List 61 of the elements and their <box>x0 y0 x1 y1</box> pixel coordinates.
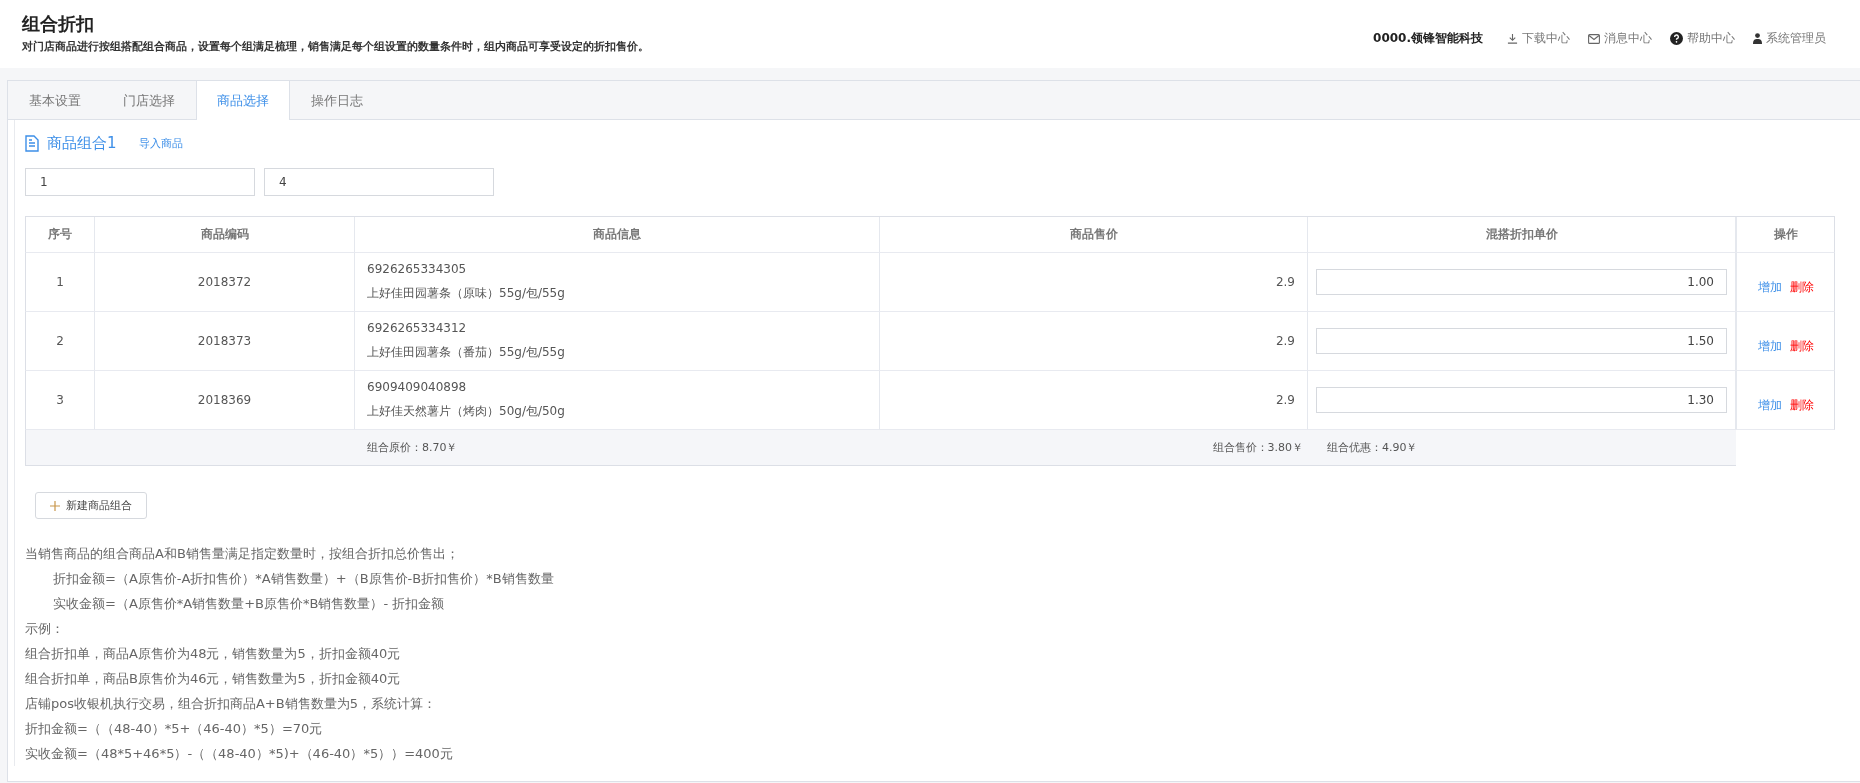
new-group-button[interactable]: 新建商品组合 <box>35 492 147 519</box>
delete-link[interactable]: 删除 <box>1789 396 1814 414</box>
note-text: 组合折扣单，商品A原售价为48元，销售数量为5，折扣金额40元 <box>25 645 402 663</box>
column-header: 混搭折扣单价 <box>1308 217 1736 253</box>
table-cell: 2 <box>25 312 95 371</box>
price-input[interactable]: 1.30 <box>1316 387 1727 413</box>
column-header: 序号 <box>25 217 95 253</box>
product-name: 上好佳天然薯片（烤肉）50g/包/50g <box>367 403 565 420</box>
download-icon <box>1507 33 1518 44</box>
note-text: 折扣金额=（（48-40）*5+（46-40）*5）=70元 <box>25 720 324 738</box>
page-title: 组合折扣 <box>22 12 95 36</box>
header-link[interactable]: 消息中心 <box>1588 30 1652 47</box>
note-text: 实收金额=（48*5+46*5）-（（48-40）*5)+（46-40）*5））=400元 <box>25 745 454 763</box>
page-description: 对门店商品进行按组搭配组合商品，设置每个组满足梳理，销售满足每个组设置的数量条件时，组内商品可享受设定的折扣售价。 <box>22 39 649 54</box>
group-title: 商品组合1 <box>47 133 117 153</box>
add-link[interactable]: 增加 <box>1757 278 1782 296</box>
total-text: 组合优惠：4.90￥ <box>1327 441 1418 454</box>
header-link[interactable]: 下载中心 <box>1507 30 1570 47</box>
tab[interactable]: 门店选择 <box>102 81 196 120</box>
barcode-text: 6926265334305 <box>367 262 467 276</box>
note-text: 店铺pos收银机执行交易，组合折扣商品A+B销售数量为5，系统计算： <box>25 695 437 713</box>
price-input[interactable]: 1.00 <box>1316 269 1727 295</box>
envelope-icon <box>1588 33 1600 44</box>
table-cell: 2018372 <box>95 253 355 312</box>
note-text: 折扣金额=（A原售价-A折扣售价）*A销售数量）+（B原售价-B折扣售价）*B销售数量 <box>52 570 555 588</box>
table-cell: 2.9 <box>880 312 1308 371</box>
column-header: 商品编码 <box>95 217 355 253</box>
import-link[interactable]: 导入商品 <box>138 135 183 151</box>
column-header: 商品售价 <box>880 217 1308 253</box>
company-name: 0000.领锋智能科技 <box>1373 30 1483 47</box>
barcode-text: 6926265334312 <box>367 321 467 335</box>
input-field[interactable]: 1 <box>25 168 255 196</box>
delete-link[interactable]: 删除 <box>1789 278 1814 296</box>
document-icon <box>25 134 39 152</box>
tab[interactable]: 基本设置 <box>8 81 102 120</box>
total-text: 组合售价：3.80￥ <box>1212 441 1303 454</box>
add-link[interactable]: 增加 <box>1757 337 1782 355</box>
plus-icon <box>50 500 60 511</box>
header-link[interactable]: 帮助中心 <box>1670 30 1735 47</box>
total-text: 组合原价：8.70￥ <box>367 441 458 454</box>
barcode-text: 6909409040898 <box>367 380 467 394</box>
user-icon <box>1753 33 1762 44</box>
price-input[interactable]: 1.50 <box>1316 328 1727 354</box>
product-name: 上好佳田园薯条（原味）55g/包/55g <box>367 285 565 302</box>
tab[interactable]: 操作日志 <box>290 81 384 120</box>
product-name: 上好佳田园薯条（番茄）55g/包/55g <box>367 344 565 361</box>
column-header: 商品信息 <box>355 217 880 253</box>
delete-link[interactable]: 删除 <box>1789 337 1814 355</box>
note-text: 示例： <box>25 620 65 638</box>
note-text: 组合折扣单，商品B原售价为46元，销售数量为5，折扣金额40元 <box>25 670 402 688</box>
column-header: 操作 <box>1736 217 1835 253</box>
input-field[interactable]: 4 <box>264 168 494 196</box>
user-menu[interactable]: 系统管理员 <box>1753 30 1826 47</box>
help-icon <box>1670 32 1683 45</box>
note-text: 实收金额=（A原售价*A销售数量+B原售价*B销售数量）- 折扣金额 <box>52 595 446 613</box>
add-link[interactable]: 增加 <box>1757 396 1782 414</box>
table-cell: 1 <box>25 253 95 312</box>
tab[interactable]: 商品选择 <box>196 81 290 120</box>
note-text: 当销售商品的组合商品A和B销售量满足指定数量时，按组合折扣总价售出； <box>25 545 460 563</box>
table-cell: 2018373 <box>95 312 355 371</box>
table-cell: 2.9 <box>880 253 1308 312</box>
